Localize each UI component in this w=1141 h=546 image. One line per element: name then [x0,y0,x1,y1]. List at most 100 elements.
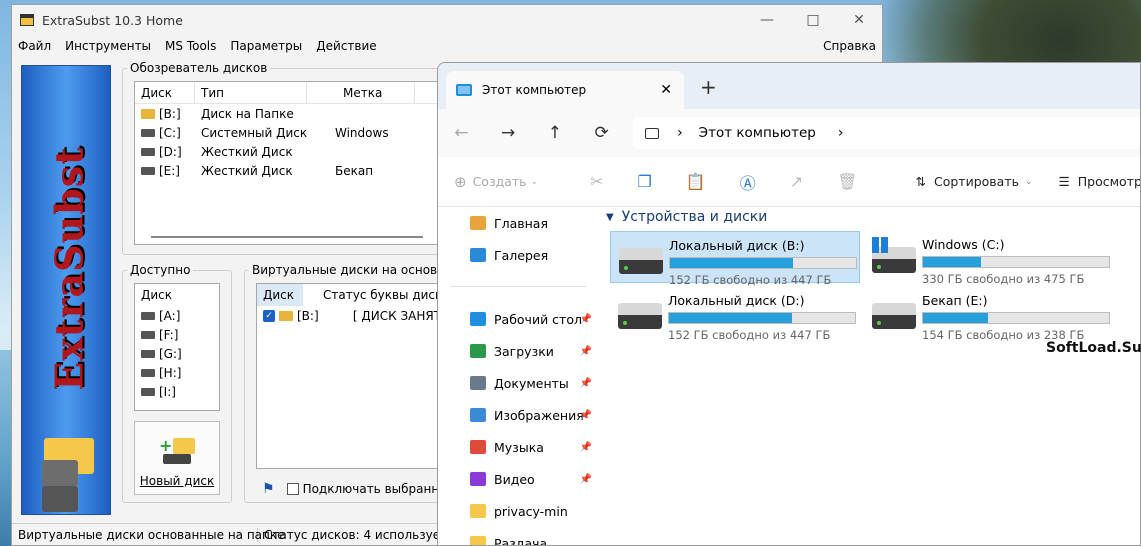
share-icon[interactable]: ↗ [790,172,803,191]
disk-browser-list[interactable]: Диск Тип Метка [B:] Диск на Папке [C:] С… [134,81,444,245]
sidebar-item[interactable]: Загрузки 📌 [438,335,598,367]
pin-icon[interactable]: 📌 [580,474,592,485]
menu-action[interactable]: Действие [316,39,376,53]
menu-help[interactable]: Справка [823,39,876,53]
sidebar-item[interactable]: privacy-min [438,495,598,527]
drive-name: Локальный диск (B:) [669,238,805,253]
usage-bar [922,256,1110,268]
system-drive-icon [141,129,155,137]
horizontal-scrollbar[interactable] [151,236,423,238]
close-button[interactable]: ✕ [836,12,882,28]
folder-icon [470,216,486,230]
list-item[interactable]: [I:] [135,382,219,401]
sidebar-item[interactable]: Главная [438,207,598,239]
column-header-type[interactable]: Тип [195,82,307,103]
address-bar[interactable]: › Этот компьютер › [633,117,1140,149]
menu-settings[interactable]: Параметры [230,39,302,53]
new-tab-button[interactable]: + [700,75,717,99]
navigation-bar: ← → ↑ ⟳ › Этот компьютер › [438,109,1140,157]
available-list[interactable]: Диск [A:] [F:] [G:] [H:] [I:] [134,283,220,411]
connect-label: Подключать выбранные [302,482,457,496]
chevron-right-icon[interactable]: › [838,125,844,141]
table-row[interactable]: ✓ [B:] [ ДИСК ЗАНЯТ ] [257,306,443,325]
flag-icon: ⚑ [262,481,275,497]
sidebar-item-label: Рабочий стол [494,311,582,327]
pin-icon[interactable]: 📌 [580,314,592,325]
hard-drive-icon [141,167,155,175]
drive-icon [141,350,155,358]
folder-drive-icon [279,310,293,321]
copy-icon[interactable]: ❐ [638,172,652,191]
drive-tile[interactable]: Локальный диск (B:) 152 ГБ свободно из 44… [610,231,860,287]
pin-icon[interactable]: 📌 [580,378,592,389]
sidebar-item-label: Загрузки [494,343,554,359]
delete-icon[interactable]: 🗑 [837,172,857,191]
drive-free-space: 152 ГБ свободно из 447 ГБ [668,328,831,342]
refresh-icon[interactable]: ⟳ [578,123,625,143]
table-row[interactable]: [C:] Системный Диск Windows [135,123,443,142]
drive-tile[interactable]: Локальный диск (D:) 152 ГБ свободно из 44… [610,287,860,342]
sidebar-item-label: Видео [494,471,535,487]
maximize-button[interactable]: □ [790,12,836,28]
drive-tile[interactable]: Бекап (E:) 154 ГБ свободно из 238 ГБ [864,287,1114,342]
forward-arrow-icon[interactable]: → [485,123,532,143]
connect-option[interactable]: ⚑ Подключать выбранные [262,481,456,497]
up-arrow-icon[interactable]: ↑ [532,123,579,143]
disk-browser-legend: Обозреватель дисков [130,61,268,75]
sidebar-item[interactable]: Документы 📌 [438,367,598,399]
menu-file[interactable]: Файл [18,39,51,53]
table-row[interactable]: [E:] Жесткий Диск Бекап [135,161,443,180]
drive-tile[interactable]: Windows (C:) 330 ГБ свободно из 475 ГБ [864,231,1114,286]
paste-icon[interactable]: 📋 [686,172,706,191]
create-button[interactable]: ⊕ Создать ⌄ [454,173,538,191]
connect-checkbox[interactable] [286,483,299,495]
minimize-button[interactable]: — [744,12,790,28]
folder-icon [470,376,486,390]
chevron-right-icon[interactable]: › [677,125,683,141]
sidebar-item[interactable]: Видео 📌 [438,463,598,495]
list-item[interactable]: [F:] [135,325,219,344]
sidebar-item-label: Галерея [494,247,549,263]
back-arrow-icon[interactable]: ← [438,123,485,143]
new-disk-button[interactable]: + Новый диск [134,421,220,495]
column-header-label[interactable]: Метка [307,82,415,103]
column-header-disk[interactable]: Диск [135,82,195,103]
watermark: SoftLoad.Su [1046,340,1141,356]
cut-icon[interactable]: ✂ [590,172,603,191]
pin-icon[interactable]: 📌 [580,410,592,421]
view-button[interactable]: ☰Просмотреть⌄ [1058,174,1140,189]
drive-free-space: 330 ГБ свободно из 475 ГБ [922,272,1085,286]
column-header-status[interactable]: Статус буквы диска [303,284,443,306]
hard-drive-icon [141,148,155,156]
sidebar-item-label: Раздача [494,535,548,546]
windows-logo-icon [872,237,888,253]
checkbox-checked-icon[interactable]: ✓ [263,309,275,322]
tab-this-pc[interactable]: Этот компьютер ✕ [446,71,684,109]
column-header-disk[interactable]: Диск [257,284,303,306]
tab-close-icon[interactable]: ✕ [660,82,672,98]
table-row[interactable]: [B:] Диск на Папке [135,104,443,123]
sidebar-item[interactable]: Галерея [438,239,598,271]
drive-name: Локальный диск (D:) [668,293,805,308]
menu-ms-tools[interactable]: MS Tools [165,39,216,53]
chevron-down-icon: ▼ [606,211,614,223]
list-item[interactable]: [A:] [135,306,219,325]
rename-icon[interactable]: Ⓐ [740,170,756,194]
window-title: ExtraSubst 10.3 Home [42,12,183,28]
column-header-disk[interactable]: Диск [135,284,172,306]
sidebar-item[interactable]: Изображения 📌 [438,399,598,431]
pin-icon[interactable]: 📌 [580,442,592,453]
sidebar-item[interactable]: Музыка 📌 [438,431,598,463]
sort-button[interactable]: ⇅ Сортировать ⌄ [916,174,1033,189]
virtual-disks-list[interactable]: Диск Статус буквы диска ✓ [B:] [ ДИСК ЗА… [256,283,444,469]
table-row[interactable]: [D:] Жесткий Диск [135,142,443,161]
list-item[interactable]: [G:] [135,344,219,363]
sidebar-item[interactable]: Рабочий стол 📌 [438,303,598,335]
pin-icon[interactable]: 📌 [580,346,592,357]
devices-group-header[interactable]: ▼ Устройства и диски [606,209,767,225]
menu-tools[interactable]: Инструменты [65,39,151,53]
plus-circle-icon: ⊕ [454,172,467,191]
view-list-icon: ☰ [1058,174,1070,189]
sidebar-item[interactable]: Раздача [438,527,598,546]
list-item[interactable]: [H:] [135,363,219,382]
